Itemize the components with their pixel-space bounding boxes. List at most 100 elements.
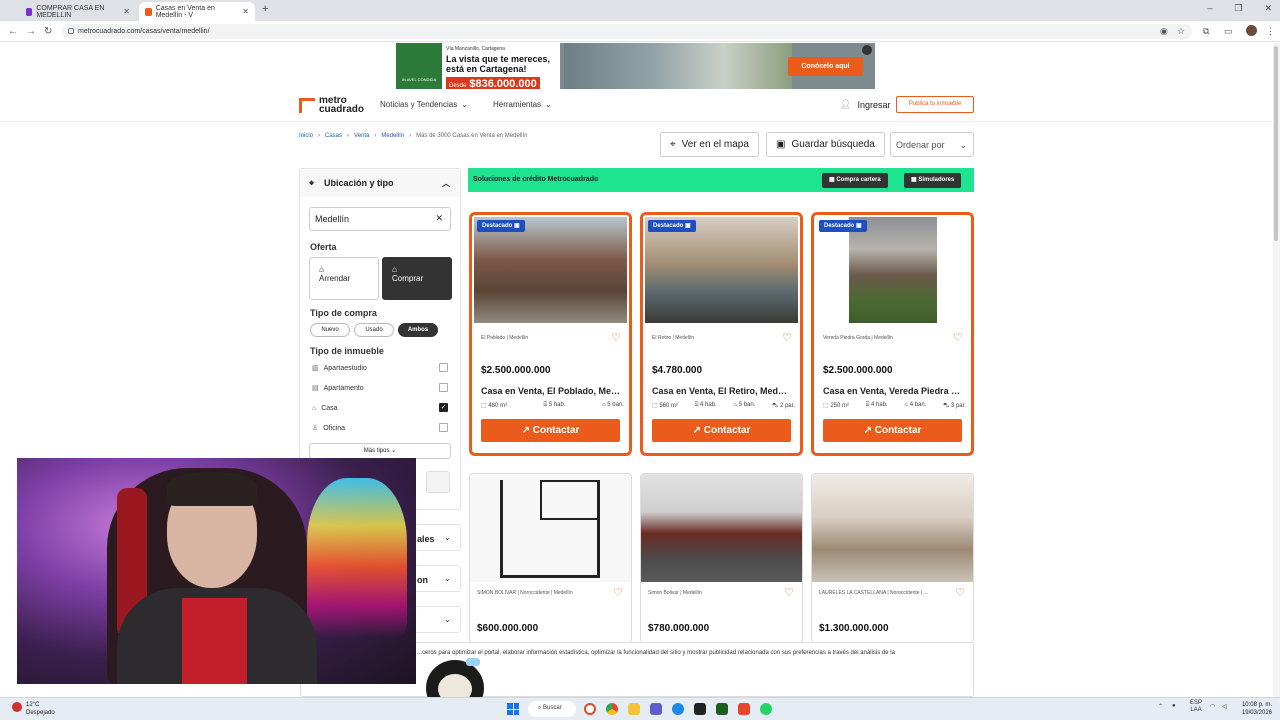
tipo-apartamento[interactable]: ▤ Apartamento: [312, 382, 448, 394]
favorite-heart-icon[interactable]: ♡: [953, 331, 963, 344]
favorite-heart-icon[interactable]: ♡: [613, 586, 623, 599]
maximize-button[interactable]: ❐: [1234, 3, 1242, 14]
forward-icon[interactable]: →: [26, 26, 36, 37]
app-icon[interactable]: [694, 703, 706, 715]
listing-card[interactable]: LAURELES LA CASTELLANA | Noroccidente | …: [811, 473, 974, 643]
chevron-up-icon[interactable]: ︿: [442, 178, 450, 189]
listing-card[interactable]: Simon Bolivar | Medellín ♡ $780.000.000: [640, 473, 803, 643]
microphone-icon[interactable]: ●: [1172, 703, 1176, 709]
listing-title[interactable]: Casa en Venta, El Retiro, Medellín: [652, 386, 792, 396]
save-search-button[interactable]: ▣ Guardar búsqueda: [766, 132, 885, 157]
contact-button[interactable]: ↗ Contactar: [481, 419, 620, 442]
taskbar-clock[interactable]: 10:08 p. m. 19/03/2026: [1232, 701, 1272, 717]
featured-listing-card[interactable]: Destacado ▣ Vereda Piedra Gorda | Medell…: [811, 212, 974, 456]
weather-desc: Despejado: [26, 710, 55, 716]
app-icon[interactable]: [584, 703, 596, 715]
more-types-button[interactable]: Más tipos ⌄: [309, 443, 451, 459]
nav-herramientas[interactable]: Herramientas ⌄: [493, 100, 552, 109]
language-indicator[interactable]: ESP LAA: [1190, 700, 1202, 714]
minimize-button[interactable]: –: [1207, 3, 1212, 14]
favorite-heart-icon[interactable]: ♡: [782, 331, 792, 344]
tray-icon[interactable]: ⌃: [1158, 703, 1163, 710]
search-submit-button[interactable]: [426, 471, 450, 493]
listing-photo[interactable]: [641, 474, 802, 582]
menu-dots-icon[interactable]: ⋮: [1266, 26, 1275, 37]
terminal-icon[interactable]: [716, 703, 728, 715]
tipo-compra-usado[interactable]: Usado: [354, 323, 394, 337]
ad-close-icon[interactable]: [862, 45, 872, 55]
profile-avatar[interactable]: [1246, 25, 1257, 36]
floorplan-photo[interactable]: [470, 474, 631, 582]
app-icon[interactable]: [650, 703, 662, 715]
close-window-button[interactable]: ✕: [1264, 3, 1272, 14]
weather-widget[interactable]: 12°C Despejado: [26, 701, 55, 717]
breadcrumb-inicio[interactable]: Inicio: [299, 133, 313, 139]
windows-start-icon[interactable]: [507, 703, 519, 715]
site-info-icon[interactable]: [68, 28, 74, 34]
ad-cta-button[interactable]: Conócelo aquí: [788, 57, 863, 76]
checkbox[interactable]: [439, 383, 448, 392]
page-scrollbar-thumb[interactable]: [1274, 46, 1278, 241]
back-icon[interactable]: ←: [8, 26, 18, 37]
breadcrumb-venta[interactable]: Venta: [354, 133, 369, 139]
tipo-apartaestudio[interactable]: ▥ Apartaestudio: [312, 362, 448, 374]
tipo-compra-ambos[interactable]: Ambos: [398, 323, 438, 337]
breadcrumb-casas[interactable]: Casas: [325, 133, 342, 139]
taskbar-search[interactable]: ⌕ Buscar: [528, 701, 576, 717]
contact-button[interactable]: ↗ Contactar: [652, 419, 791, 442]
tipo-oficina[interactable]: ♙ Oficina: [312, 422, 448, 434]
listing-photo[interactable]: [849, 217, 937, 323]
simuladores-button[interactable]: ▦ Simuladores: [904, 173, 962, 188]
map-button[interactable]: ⌖ Ver en el mapa: [660, 132, 759, 157]
app-icon[interactable]: [672, 703, 684, 715]
browser-tab-active[interactable]: Casas en Venta en Medellín - V ✕: [139, 2, 255, 21]
tipo-compra-nuevo[interactable]: Nuevo: [310, 323, 350, 337]
star-icon[interactable]: ☆: [1177, 26, 1185, 37]
oferta-comprar[interactable]: ⌂ Comprar: [382, 257, 452, 300]
listing-photo[interactable]: [645, 217, 798, 323]
extensions-icon[interactable]: ⧉: [1203, 26, 1209, 37]
tipo-casa[interactable]: ⌂ Casa ✓: [312, 402, 448, 414]
eye-off-icon[interactable]: ◉: [1160, 26, 1168, 37]
bed-icon: ⌸: [694, 402, 699, 408]
close-tab-icon[interactable]: ✕: [123, 7, 130, 16]
location-input[interactable]: Medellín ✕: [309, 207, 451, 231]
file-explorer-icon[interactable]: [628, 703, 640, 715]
favorite-heart-icon[interactable]: ♡: [955, 586, 965, 599]
volume-icon[interactable]: ◁: [1222, 703, 1227, 710]
listing-photo[interactable]: [474, 217, 627, 323]
listing-card[interactable]: SIMON BOLIVAR | Noroccidente | Medellín …: [469, 473, 632, 643]
oferta-arrendar[interactable]: ⌂ Arrendar: [309, 257, 379, 300]
reload-icon[interactable]: ↻: [44, 26, 52, 37]
publish-button[interactable]: Publica tu inmueble: [896, 96, 974, 113]
login-link[interactable]: 👤︎ Ingresar: [840, 99, 890, 110]
listing-photo[interactable]: [812, 474, 973, 582]
ad-banner[interactable]: IN AVEL CONDIDA Vía Manzanillo, Cartagen…: [396, 43, 875, 89]
featured-listing-card[interactable]: Destacado ▣ El Retiro | Medellín ♡ $4.78…: [640, 212, 803, 456]
checkbox[interactable]: [439, 363, 448, 372]
listing-title[interactable]: Casa en Venta, Vereda Piedra Gorda: [823, 386, 963, 396]
clear-icon[interactable]: ✕: [435, 213, 443, 224]
chrome-icon[interactable]: [606, 703, 618, 715]
listing-title[interactable]: Casa en Venta, El Poblado, Medellín: [481, 386, 621, 396]
favorite-heart-icon[interactable]: ♡: [784, 586, 794, 599]
brave-icon[interactable]: [738, 703, 750, 715]
checkbox-checked[interactable]: ✓: [439, 403, 448, 412]
filter-section-header[interactable]: ⌖ Ubicación y tipo ︿: [300, 169, 460, 197]
compra-cartera-button[interactable]: ▦ Compra cartera: [822, 173, 888, 188]
breadcrumb-medellin[interactable]: Medellín: [381, 133, 404, 139]
browser-tab[interactable]: COMPRAR CASA EN MEDELLIN ✕: [20, 2, 136, 21]
new-tab-button[interactable]: +: [262, 3, 268, 15]
contact-button[interactable]: ↗ Contactar: [823, 419, 962, 442]
wifi-icon[interactable]: ◠: [1210, 703, 1215, 710]
sidebar-icon[interactable]: ▭: [1224, 26, 1233, 37]
whatsapp-icon[interactable]: [760, 703, 772, 715]
featured-listing-card[interactable]: Destacado ▣ El Poblado | Medellín ♡ $2.5…: [469, 212, 632, 456]
nav-noticias[interactable]: Noticias y Tendencias ⌄: [380, 100, 468, 109]
close-tab-icon[interactable]: ✕: [242, 7, 249, 16]
checkbox[interactable]: [439, 423, 448, 432]
url-input[interactable]: metrocuadrado.com/casas/venta/medellin/: [62, 24, 1192, 39]
favorite-heart-icon[interactable]: ♡: [611, 331, 621, 344]
weather-icon[interactable]: [12, 702, 22, 712]
sort-select[interactable]: Ordenar por ⌄: [890, 132, 974, 157]
